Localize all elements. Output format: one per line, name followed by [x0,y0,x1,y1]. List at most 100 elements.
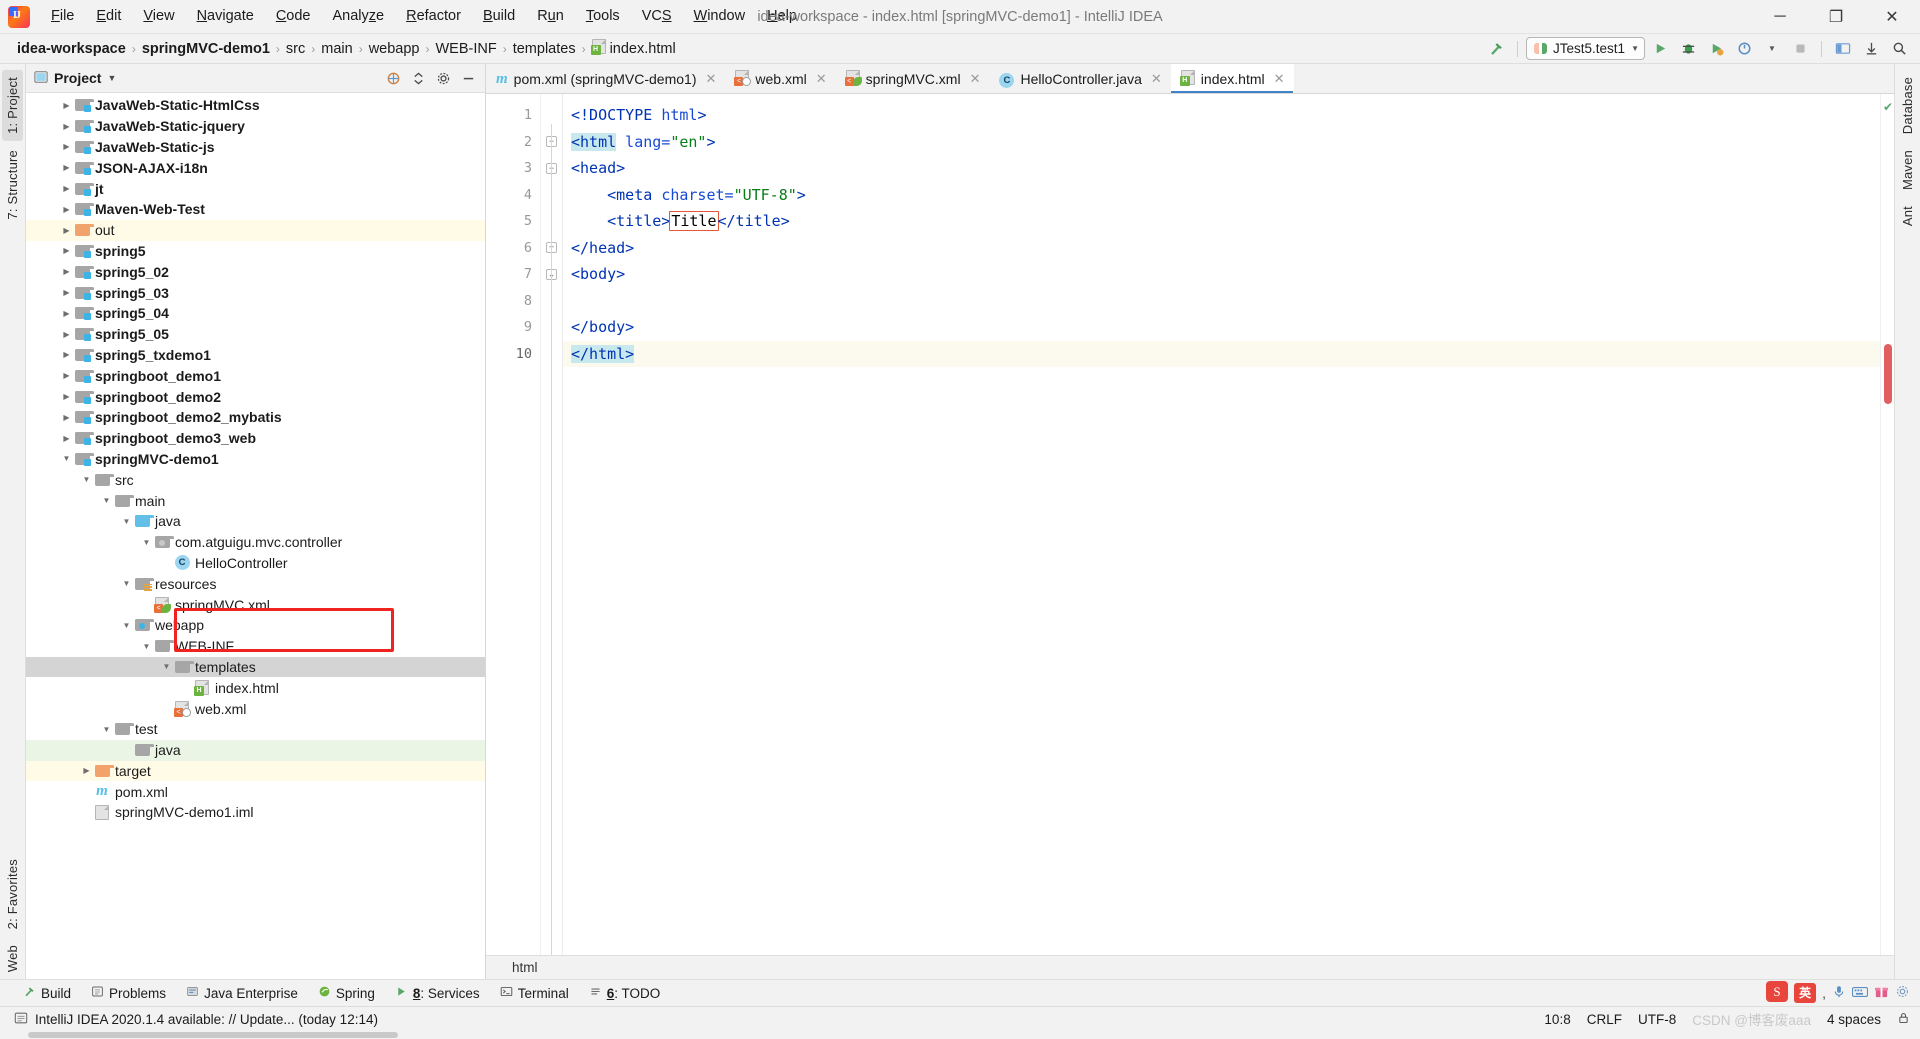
chevron-down-icon[interactable]: ▼ [140,642,153,651]
chevron-right-icon[interactable]: ▶ [60,350,73,359]
event-log-icon[interactable] [14,1011,28,1028]
project-tree[interactable]: ▶ JavaWeb-Static-HtmlCss ▶ JavaWeb-Static-j… [26,93,485,979]
editor-tab-hellocontroller-java[interactable]: C HelloController.java ✕ [989,64,1170,93]
sogou-logo-icon[interactable]: S [1766,981,1789,1005]
close-icon[interactable]: ✕ [970,71,981,87]
ime-language-badge[interactable]: 英 [1794,983,1817,1003]
toolwin-terminal[interactable]: Terminal [491,982,578,1004]
editor-tab-pom-xml--springmvc-demo1-[interactable]: m pom.xml (springMVC-demo1) ✕ [486,64,725,93]
chevron-right-icon[interactable]: ▶ [60,142,73,151]
tool-tab-structure[interactable]: 7: Structure [2,143,23,227]
chevron-right-icon[interactable]: ▶ [60,205,73,214]
tree-node-springboot-demo1[interactable]: ▶ springboot_demo1 [26,365,485,386]
caret-position[interactable]: 10:8 [1544,1012,1570,1027]
layout-icon[interactable] [1830,37,1856,61]
chevron-right-icon[interactable]: ▶ [60,101,73,110]
ime-settings-icon[interactable] [1895,984,1910,1002]
tool-tab-project[interactable]: 1: Project [2,70,23,141]
tree-node-springboot-demo2[interactable]: ▶ springboot_demo2 [26,386,485,407]
run-with-coverage-icon[interactable] [1703,37,1729,61]
code-line-8[interactable] [563,288,1880,315]
menu-window[interactable]: Window [683,4,757,29]
chevron-down-icon[interactable]: ▼ [120,621,133,630]
chevron-down-icon[interactable]: ▼ [80,475,93,484]
tree-node-templates[interactable]: ▼ templates [26,656,485,678]
menu-navigate[interactable]: Navigate [186,4,265,29]
breadcrumb-item-idea-workspace[interactable]: idea-workspace [12,40,131,58]
run-icon[interactable] [1647,37,1673,61]
file-encoding[interactable]: UTF-8 [1638,1012,1676,1027]
tree-node-javaweb-static-htmlcss[interactable]: ▶ JavaWeb-Static-HtmlCss [26,95,485,116]
update-project-icon[interactable] [1858,37,1884,61]
tree-node-src[interactable]: ▼ src [26,469,485,490]
indent-setting[interactable]: 4 spaces [1827,1012,1881,1027]
line-separator[interactable]: CRLF [1587,1012,1622,1027]
chevron-right-icon[interactable]: ▶ [60,288,73,297]
select-opened-file-icon[interactable] [382,67,404,89]
ime-punctuation-icon[interactable]: , [1822,985,1826,1001]
toolwin-services[interactable]: 8: Services [386,982,489,1004]
chevron-down-icon[interactable]: ▼ [60,454,73,463]
menu-analyze[interactable]: Analyze [322,4,396,29]
tool-tab-ant[interactable]: Ant [1897,199,1918,233]
toolwin-spring[interactable]: Spring [309,982,384,1004]
menu-run[interactable]: Run [526,4,575,29]
profile-icon[interactable] [1731,37,1757,61]
code-line-6[interactable]: </head> [563,235,1880,262]
debug-icon[interactable] [1675,37,1701,61]
chevron-down-icon[interactable]: ▼ [140,538,153,547]
horizontal-scrollbar-thumb[interactable] [28,1032,398,1038]
tree-node-springboot-demo2-mybatis[interactable]: ▶ springboot_demo2_mybatis [26,407,485,428]
tree-node-web-xml[interactable]: < web.xml [26,698,485,719]
tree-node-target[interactable]: ▶ target [26,760,485,782]
gift-icon[interactable] [1874,984,1889,1002]
editor-markers-strip[interactable]: ✔ [1880,94,1894,955]
code-line-10[interactable]: </html> [563,340,1880,367]
tree-node-webapp[interactable]: ▼ webapp [26,615,485,636]
chevron-right-icon[interactable]: ▶ [60,267,73,276]
chevron-right-icon[interactable]: ▶ [60,330,73,339]
tree-node-hellocontroller[interactable]: C HelloController [26,553,485,574]
tree-node-test[interactable]: ▼ test [26,719,485,740]
chevron-right-icon[interactable]: ▶ [60,122,73,131]
tree-node-javaweb-static-js[interactable]: ▶ JavaWeb-Static-js [26,137,485,158]
chevron-right-icon[interactable]: ▶ [60,226,73,235]
maximize-button[interactable]: ❐ [1808,0,1864,33]
tree-node-json-ajax-i18n[interactable]: ▶ JSON-AJAX-i18n [26,157,485,178]
search-icon[interactable] [1886,37,1912,61]
tree-node-springmvc-demo1[interactable]: ▼ springMVC-demo1 [26,449,485,470]
code-line-7[interactable]: <body> [563,261,1880,288]
lock-icon[interactable] [1897,1011,1910,1028]
tree-node-resources[interactable]: ▼ resources [26,573,485,594]
chevron-right-icon[interactable]: ▶ [60,434,73,443]
build-hammer-icon[interactable] [1483,37,1509,61]
code-line-2[interactable]: <html lang="en"> [563,129,1880,156]
close-icon[interactable]: ✕ [706,71,717,87]
toolwin-problems[interactable]: Problems [82,982,175,1004]
breadcrumb-item-src[interactable]: src [281,40,310,58]
chevron-right-icon[interactable]: ▶ [80,766,93,775]
chevron-down-icon[interactable]: ▼ [120,517,133,526]
code-content[interactable]: <!DOCTYPE html> <html lang="en"> <head> <m… [563,94,1880,955]
chevron-down-icon[interactable]: ▼ [120,579,133,588]
close-icon[interactable]: ✕ [816,71,827,87]
tool-tab-favorites[interactable]: 2: Favorites [2,852,23,936]
toolwin-build[interactable]: Build [14,982,80,1004]
keyboard-icon[interactable] [1852,985,1868,1002]
tool-tab-maven[interactable]: Maven [1897,143,1918,197]
horizontal-scrollbar[interactable] [0,1031,1920,1039]
tree-node-main[interactable]: ▼ main [26,490,485,511]
tree-node-com-atguigu-mvc-controller[interactable]: ▼ com.atguigu.mvc.controller [26,532,485,553]
menu-view[interactable]: View [132,4,185,29]
editor-tab-web-xml[interactable]: < web.xml ✕ [725,64,835,93]
breadcrumb-item-webapp[interactable]: webapp [364,40,425,58]
tree-node-web-inf[interactable]: ▼ WEB-INF [26,636,485,657]
tree-node-spring5-03[interactable]: ▶ spring5_03 [26,282,485,303]
close-icon[interactable]: ✕ [1151,71,1162,87]
menu-build[interactable]: Build [472,4,526,29]
chevron-right-icon[interactable]: ▶ [60,184,73,193]
tree-node-spring5-02[interactable]: ▶ spring5_02 [26,261,485,282]
tree-node-springboot-demo3-web[interactable]: ▶ springboot_demo3_web [26,428,485,449]
minimize-button[interactable]: ─ [1752,0,1808,33]
editor-tab-springmvc-xml[interactable]: < springMVC.xml ✕ [836,64,990,93]
